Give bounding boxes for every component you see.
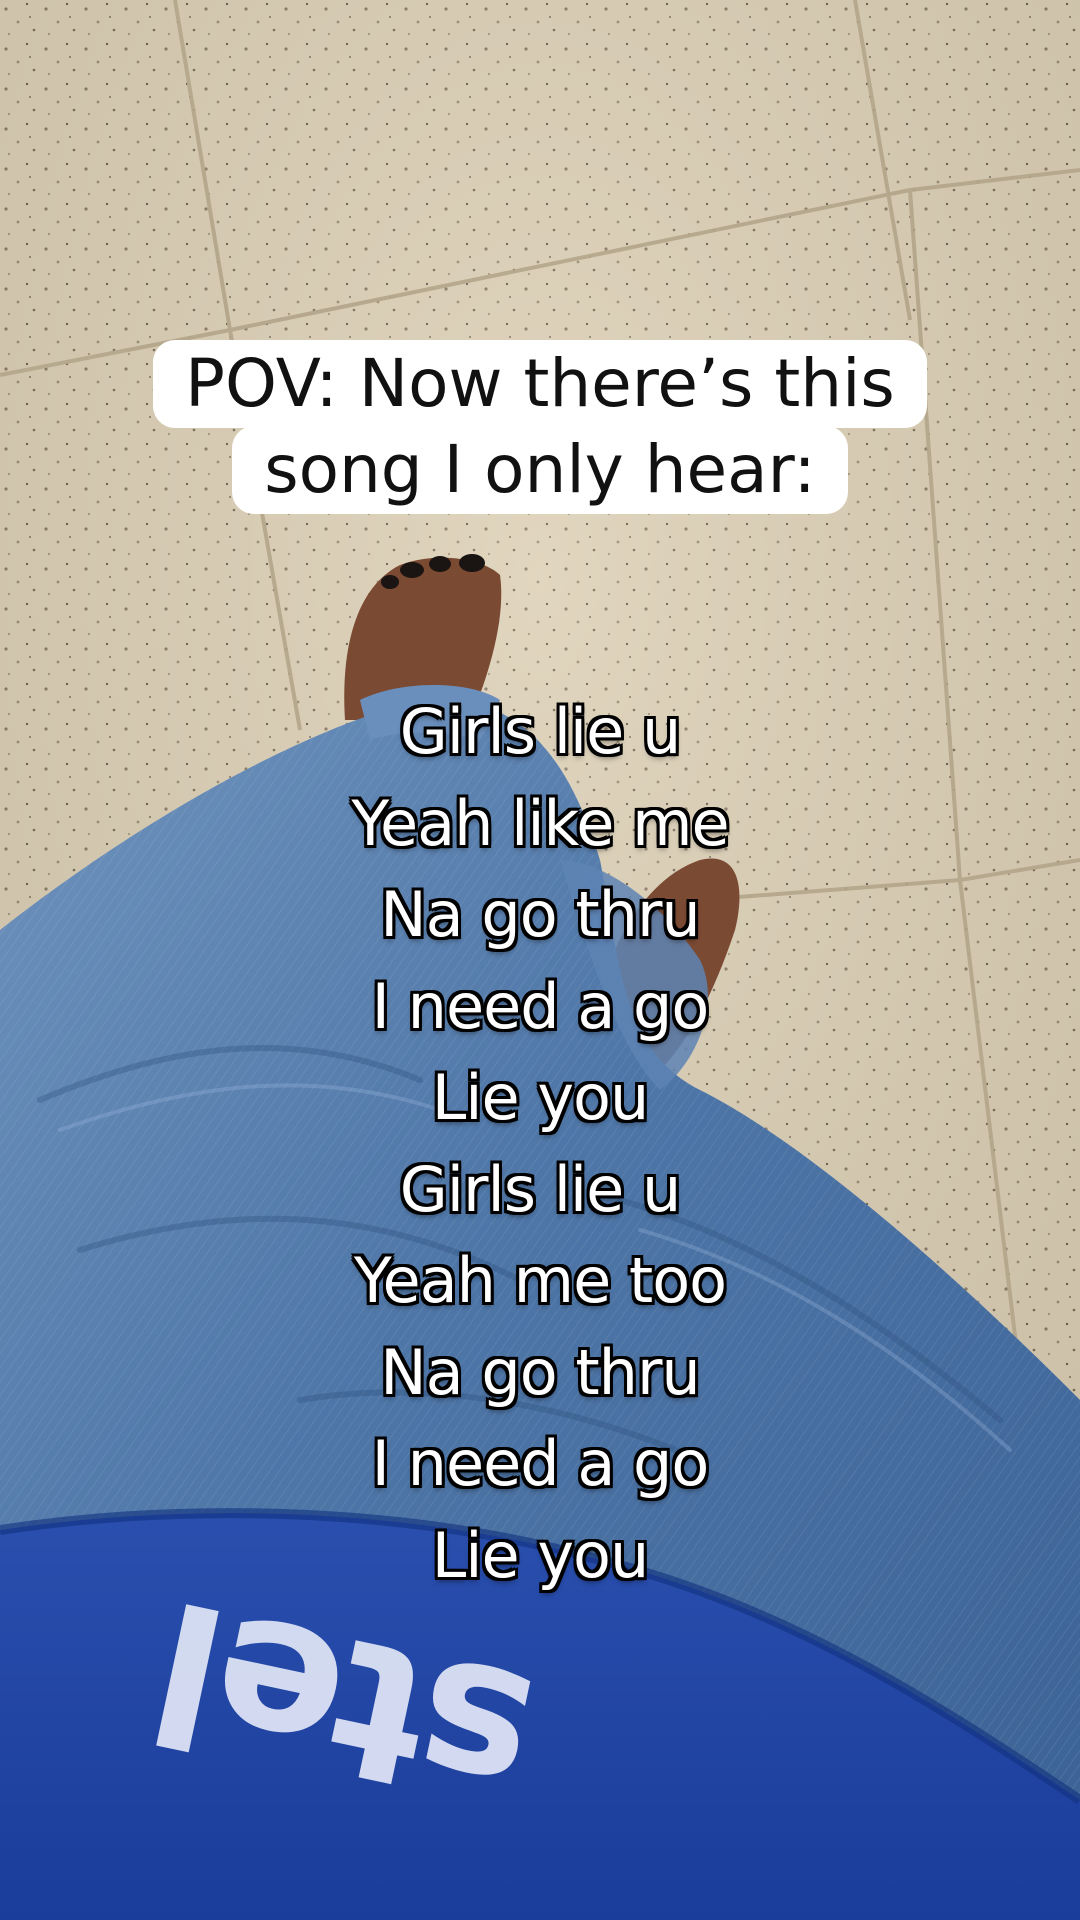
caption-line: POV: Now there’s this [153,340,927,428]
lyric-line: Na go thru [380,1335,700,1409]
lyric-line: Yeah me too [353,1244,727,1317]
lyric-line: Lie you [431,1061,650,1134]
lyric-line: Girls lie u [399,695,682,768]
caption-overlay: POV: Now there’s this song I only hear: [0,340,1080,514]
video-frame: stel POV: Now there’s this song I only h… [0,0,1080,1920]
lyric-line: Na go thru [380,878,700,951]
lyric-line: Girls lie u [399,1152,682,1226]
caption-line: song I only hear: [232,426,848,514]
lyric-line: Lie you [431,1518,650,1592]
lyric-line: I need a go [371,1427,710,1500]
lyrics-overlay: Girls lie u Yeah like me Na go thru I ne… [0,686,1080,1601]
lyric-line: Yeah like me [351,786,729,860]
lyric-line: I need a go [371,969,710,1043]
